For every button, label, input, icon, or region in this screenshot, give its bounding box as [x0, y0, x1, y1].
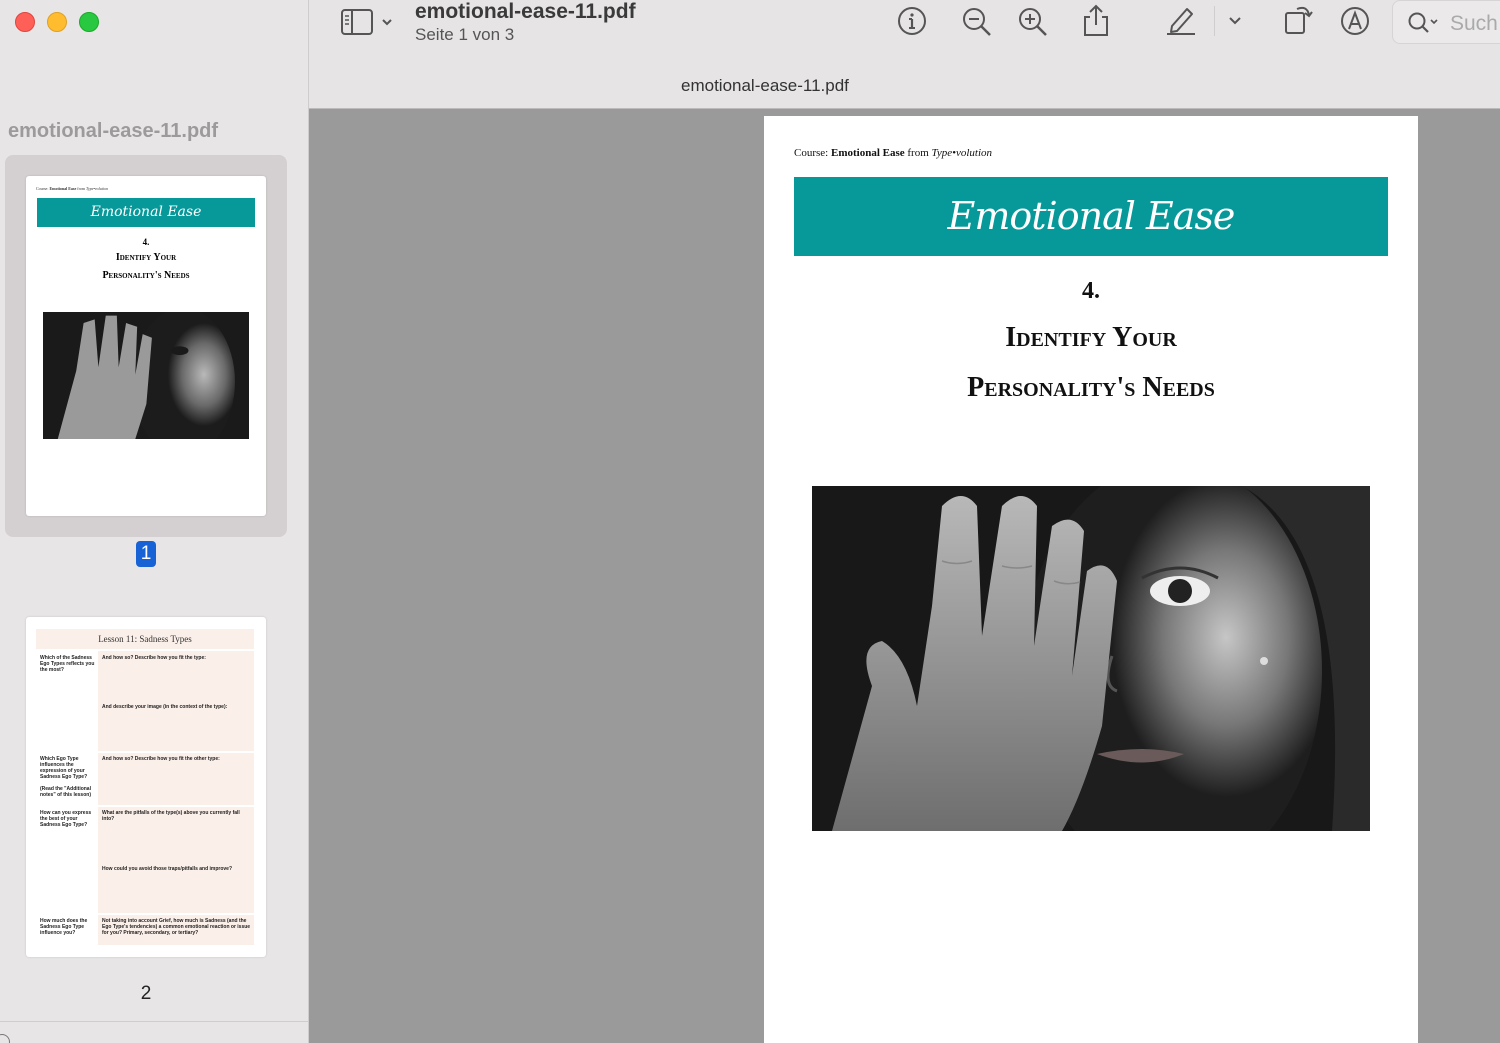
- course-from: from: [907, 147, 929, 159]
- course-name: Emotional Ease: [830, 147, 905, 159]
- thumb2-header: Lesson 11: Sadness Types: [36, 629, 254, 649]
- thumb2-answer: How could you avoid those traps/pitfalls…: [102, 866, 233, 872]
- page-number-2: 2: [140, 983, 152, 1004]
- thumb2-question: How much does the Sadness Ego Type influ…: [40, 918, 88, 936]
- thumb2-row: How much does the Sadness Ego Type influ…: [36, 915, 254, 945]
- highlight-button[interactable]: [1165, 4, 1197, 41]
- info-button[interactable]: [897, 6, 927, 41]
- thumb2-row: How can you express the best of your Sad…: [36, 807, 254, 913]
- rotate-icon: [1285, 6, 1313, 34]
- heading-line2: Personality's Needs: [967, 372, 1215, 403]
- title-banner: Emotional Ease: [794, 177, 1388, 256]
- thumb-lesson-number: 4.: [142, 237, 150, 247]
- page-status: Seite 1 von 3: [415, 25, 515, 44]
- pen-icon: [1167, 8, 1195, 35]
- course-line: Course: Emotional Ease from Type•volutio…: [794, 147, 992, 159]
- thumb2-cell: [98, 807, 254, 913]
- thumb2-answer: Not taking into account Grief, how much …: [102, 918, 251, 936]
- thumb2-answer: And how so? Describe how you fit the oth…: [102, 756, 220, 762]
- sidebar: emotional-ease-11.pdf Course: Emotional …: [0, 0, 309, 1043]
- thumb2-answer: And how so? Describe how you fit the typ…: [102, 655, 206, 661]
- banner-title: Emotional Ease: [947, 194, 1236, 238]
- thumb-course-prefix: Course:: [36, 186, 49, 191]
- info-icon[interactable]: [0, 1034, 10, 1043]
- course-prefix: Course:: [794, 147, 829, 159]
- zoom-out-icon: [963, 8, 991, 36]
- zoom-in-button[interactable]: [1017, 6, 1049, 43]
- pdf-page-1[interactable]: Course: Emotional Ease from Type•volutio…: [764, 116, 1418, 1043]
- thumb-heading-line1: Identify Your: [115, 252, 177, 263]
- page-thumbnail-2[interactable]: Lesson 11: Sadness Types Which of the Sa…: [26, 617, 266, 957]
- share-icon: [1084, 4, 1108, 36]
- page-thumbnail-1[interactable]: Course: Emotional Ease from Type•volutio…: [26, 176, 266, 516]
- search-placeholder: Such: [1450, 12, 1498, 35]
- cover-photo: [812, 486, 1370, 831]
- thumb-course-line: Course: Emotional Ease from Type•volutio…: [36, 186, 108, 191]
- thumb2-question-note: (Read the "Additional notes" of this les…: [40, 786, 91, 798]
- sidebar-divider: [0, 1021, 309, 1022]
- info-icon: [898, 7, 926, 35]
- thumb2-question: How can you express the best of your Sad…: [40, 810, 92, 828]
- thumb-course-brand: Type•volution: [86, 186, 109, 191]
- lesson-number: 4.: [1082, 278, 1100, 304]
- chevron-down-icon: [1229, 17, 1241, 25]
- thumb-course-name: Emotional Ease: [49, 186, 77, 191]
- thumb-banner: Emotional Ease: [37, 198, 255, 227]
- thumb2-answer: What are the pitfalls of the type(s) abo…: [102, 810, 240, 822]
- markup-icon: [1341, 7, 1369, 35]
- search-field[interactable]: Such: [1392, 0, 1500, 44]
- search-icon: [1408, 12, 1438, 33]
- share-button[interactable]: [1082, 3, 1110, 42]
- thumb-heading-line2: Personality's Needs: [102, 270, 190, 281]
- zoom-in-icon: [1019, 8, 1047, 36]
- thumb2-row: Which Ego Type influences the expression…: [36, 753, 254, 805]
- minimize-window-button[interactable]: [47, 12, 67, 32]
- fullscreen-window-button[interactable]: [79, 12, 99, 32]
- thumb2-cell: [98, 651, 254, 751]
- heading-line1: Identify Your: [1005, 322, 1177, 353]
- sidebar-toggle-button[interactable]: [340, 8, 400, 41]
- thumb2-question: Which of the Sadness Ego Types reflects …: [40, 655, 95, 673]
- thumb-photo: [43, 312, 249, 439]
- document-tab-title: emotional-ease-11.pdf: [681, 76, 849, 95]
- page-number-1: 1: [136, 541, 156, 567]
- sidebar-document-title: emotional-ease-11.pdf: [8, 120, 219, 142]
- thumb2-answer: And describe your image (in the context …: [102, 704, 228, 710]
- close-window-button[interactable]: [15, 12, 35, 32]
- markup-button[interactable]: [1339, 5, 1371, 42]
- toolbar-separator: [1214, 6, 1215, 36]
- thumb2-question: Which Ego Type influences the expression…: [40, 756, 88, 780]
- document-title: emotional-ease-11.pdf: [415, 0, 636, 23]
- rotate-button[interactable]: [1283, 3, 1317, 42]
- toolbar: emotional-ease-11.pdf Seite 1 von 3 Such…: [309, 0, 1500, 109]
- thumb2-row: Which of the Sadness Ego Types reflects …: [36, 651, 254, 751]
- course-brand: Type•volution: [931, 147, 992, 159]
- zoom-out-button[interactable]: [961, 6, 993, 43]
- thumb-course-from: from: [77, 186, 86, 191]
- sidebar-toggle-icon: [341, 9, 392, 35]
- highlight-menu-button[interactable]: [1227, 14, 1243, 32]
